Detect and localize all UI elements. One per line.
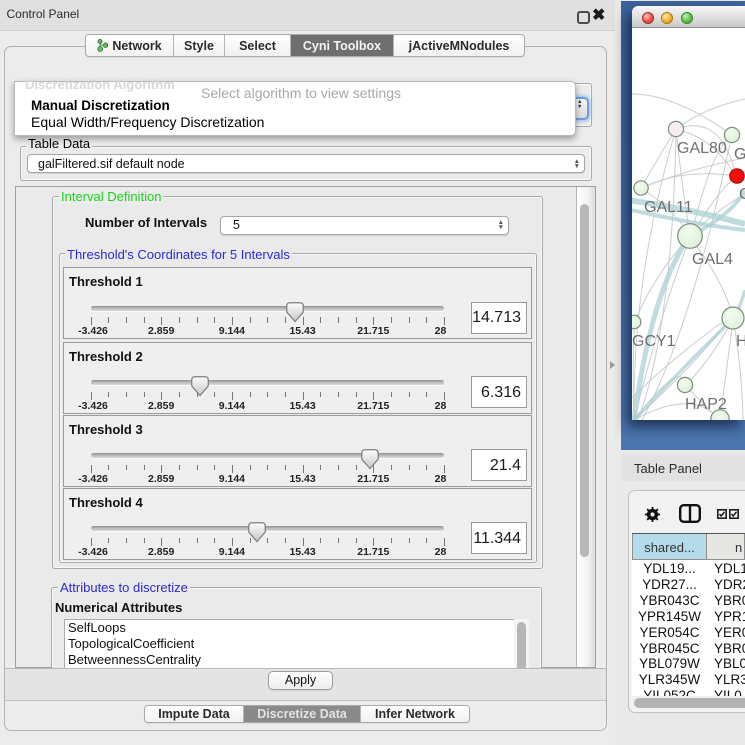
svg-text:G: G: [734, 146, 745, 163]
svg-text:GAL4: GAL4: [692, 251, 733, 268]
svg-text:H: H: [736, 333, 745, 350]
svg-text:GCY1: GCY1: [632, 333, 676, 350]
svg-text:GAL11: GAL11: [644, 199, 693, 216]
svg-text:HAP2: HAP2: [685, 396, 727, 413]
svg-text:GAL80: GAL80: [677, 140, 727, 157]
svg-text:C: C: [739, 186, 745, 203]
